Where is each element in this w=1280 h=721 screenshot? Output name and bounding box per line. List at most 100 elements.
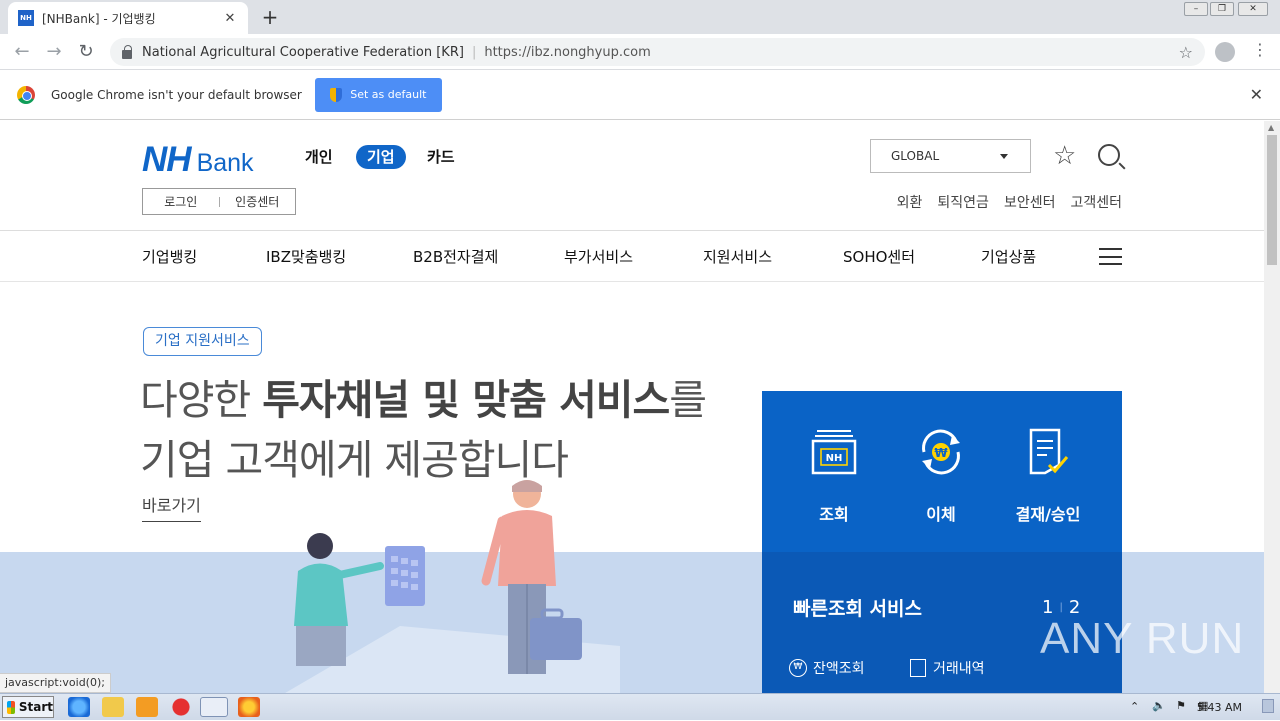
tab-title: [NHBank] - 기업뱅킹 — [42, 11, 156, 26]
gnb-item-corporate-banking[interactable]: 기업뱅킹 — [142, 246, 197, 267]
logo-nh: NH — [142, 140, 192, 179]
transaction-history-label: 거래내역 — [933, 661, 985, 677]
gnb-item-soho[interactable]: SOHO센터 — [843, 246, 915, 267]
nh-bank-logo[interactable]: NH Bank — [142, 140, 254, 180]
quick-lookup-title: 빠른조회 서비스 — [793, 598, 922, 620]
gnb-item-ibz-custom[interactable]: IBZ맞춤뱅킹 — [266, 246, 346, 267]
won-transfer-icon: ₩ — [922, 429, 960, 475]
segment-corporate[interactable]: 기업 — [356, 145, 406, 169]
segment-personal[interactable]: 개인 — [294, 145, 344, 169]
profile-avatar-icon[interactable] — [1215, 42, 1235, 62]
window-close-button[interactable]: ✕ — [1238, 2, 1268, 16]
bookmark-star-icon[interactable]: ☆ — [1179, 43, 1193, 62]
util-link-forex[interactable]: 외환 — [897, 192, 923, 212]
quick-inquiry[interactable]: NH 조회 — [784, 427, 884, 525]
quick-approval-label: 결재/승인 — [1015, 505, 1081, 524]
quick-inquiry-label: 조회 — [819, 505, 849, 524]
global-select[interactable]: GLOBAL — [870, 139, 1031, 173]
document-list-icon — [910, 659, 926, 677]
pager-divider: | — [1059, 602, 1063, 613]
web-page: NH Bank 개인 기업 카드 GLOBAL ☆ 로그인 인증센터 외환 퇴직… — [0, 121, 1264, 693]
hero-headline-1: 다양한 투자채널 및 맞춤 서비스를 — [140, 376, 707, 424]
forward-icon[interactable]: → — [42, 40, 66, 64]
show-desktop-button[interactable] — [1262, 699, 1274, 713]
opera-icon[interactable] — [170, 697, 192, 717]
nh-favicon-icon: NH — [18, 10, 34, 26]
login-link[interactable]: 로그인 — [143, 193, 219, 210]
browser-toolbar: ← → ↻ National Agricultural Cooperative … — [0, 34, 1280, 70]
address-separator: | — [471, 44, 477, 60]
firefox-icon[interactable] — [238, 697, 260, 717]
dropdown-caret-icon — [1000, 154, 1008, 159]
transaction-history-link[interactable]: 거래내역 — [910, 658, 985, 678]
login-box: 로그인 인증센터 — [142, 188, 296, 215]
anyrun-watermark: ANY RUN — [1040, 614, 1245, 663]
favorite-star-icon[interactable]: ☆ — [1053, 141, 1076, 171]
taskbar-clock[interactable]: 5:43 AM — [1197, 701, 1242, 714]
page-scrollbar[interactable]: ▲ — [1264, 121, 1280, 693]
business-illustration — [285, 480, 620, 693]
search-icon[interactable] — [1098, 144, 1120, 166]
infobar-close-icon[interactable]: ✕ — [1250, 85, 1263, 104]
chrome-taskbar-icon[interactable] — [200, 697, 228, 717]
system-tray: ⌃ 🔈 ⚑ ▦ 5:43 AM — [1100, 694, 1280, 721]
infobar-message: Google Chrome isn't your default browser — [51, 87, 302, 102]
scroll-up-icon[interactable]: ▲ — [1268, 123, 1274, 132]
tab-close-icon[interactable]: ✕ — [222, 11, 238, 26]
browser-tab[interactable]: NH [NHBank] - 기업뱅킹 ✕ — [8, 2, 248, 34]
volume-icon[interactable]: 🔈 — [1152, 699, 1166, 712]
global-select-value: GLOBAL — [891, 149, 940, 163]
won-circle-icon: ₩ — [789, 659, 807, 677]
balance-inquiry-label: 잔액조회 — [813, 661, 865, 677]
ie-icon[interactable] — [68, 697, 90, 717]
tray-expand-icon[interactable]: ⌃ — [1130, 700, 1139, 713]
gnb-item-support[interactable]: 지원서비스 — [703, 246, 772, 267]
util-link-customer[interactable]: 고객센터 — [1070, 192, 1122, 212]
segment-card[interactable]: 카드 — [416, 145, 466, 169]
new-tab-button[interactable]: + — [258, 5, 282, 29]
default-browser-infobar: Google Chrome isn't your default browser… — [0, 70, 1280, 120]
windows-flag-icon — [7, 700, 15, 714]
won-symbol-text: ₩ — [934, 446, 948, 460]
util-link-security[interactable]: 보안센터 — [1004, 192, 1056, 212]
cert-center-link[interactable]: 인증센터 — [220, 193, 296, 210]
media-player-icon[interactable] — [136, 697, 158, 717]
nh-badge-text: NH — [826, 453, 843, 464]
global-nav: 기업뱅킹 IBZ맞춤뱅킹 B2B전자결제 부가서비스 지원서비스 SOHO센터 … — [0, 230, 1264, 282]
hero-tag: 기업 지원서비스 — [143, 327, 262, 356]
util-link-pension[interactable]: 퇴직연금 — [937, 192, 989, 212]
reload-icon[interactable]: ↻ — [74, 40, 98, 64]
restore-button[interactable]: ❐ — [1210, 2, 1234, 16]
status-url-bubble: javascript:void(0); — [0, 673, 111, 693]
nh-card-icon: NH — [811, 430, 857, 475]
approval-document-icon — [1029, 428, 1069, 475]
uac-shield-icon — [330, 87, 343, 102]
quick-transfer-label: 이체 — [926, 505, 956, 524]
set-as-default-button[interactable]: Set as default — [314, 77, 442, 112]
action-center-flag-icon[interactable]: ⚑ — [1176, 699, 1186, 712]
gnb-item-products[interactable]: 기업상품 — [981, 246, 1036, 267]
url-text: https://ibz.nonghyup.com — [484, 44, 651, 60]
scrollbar-thumb[interactable] — [1267, 135, 1277, 265]
utility-links: 외환 퇴직연금 보안센터 고객센터 — [882, 192, 1122, 212]
explorer-icon[interactable] — [102, 697, 124, 717]
start-button[interactable]: Start — [2, 696, 54, 718]
windows-taskbar: Start ⌃ 🔈 ⚑ ▦ 5:43 AM — [0, 693, 1280, 720]
quick-approval[interactable]: 결재/승인 — [998, 427, 1098, 525]
address-bar[interactable]: National Agricultural Cooperative Federa… — [110, 38, 1205, 66]
gnb-item-extra-services[interactable]: 부가서비스 — [564, 246, 633, 267]
set-as-default-label: Set as default — [350, 88, 427, 101]
quick-transfer[interactable]: ₩ 이체 — [891, 427, 991, 525]
gnb-item-b2b[interactable]: B2B전자결제 — [413, 246, 498, 267]
minimize-button[interactable]: – — [1184, 2, 1208, 16]
start-label: Start — [18, 700, 53, 714]
site-identity: National Agricultural Cooperative Federa… — [142, 44, 464, 60]
hero-shortcut-link[interactable]: 바로가기 — [142, 492, 201, 522]
chrome-logo-icon — [17, 85, 35, 104]
hamburger-menu-icon[interactable] — [1099, 248, 1122, 265]
lock-icon — [122, 44, 132, 59]
back-icon[interactable]: ← — [10, 40, 34, 64]
browser-tab-strip: NH [NHBank] - 기업뱅킹 ✕ + – ❐ ✕ — [0, 0, 1280, 34]
chrome-menu-icon[interactable]: ⋮ — [1252, 40, 1268, 59]
balance-inquiry-link[interactable]: ₩ 잔액조회 — [789, 658, 865, 678]
